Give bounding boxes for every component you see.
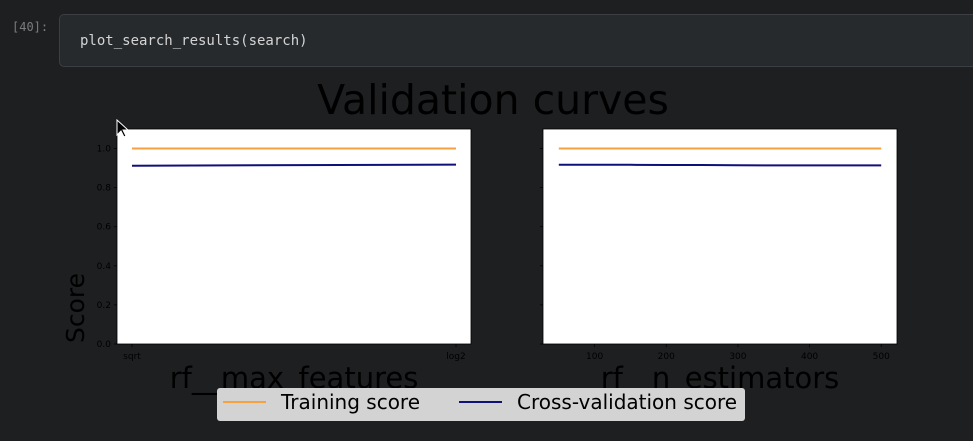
subplot-2-axes [542,128,898,345]
x-tick-label: 500 [873,352,890,362]
y-tick-label: 0.6 [97,223,112,233]
x-tick-label: sqrt [123,352,141,362]
code-text[interactable]: plot_search_results(search) [80,33,308,49]
legend: Training score Cross-validation score [217,388,745,421]
y-tick-label: 1.0 [97,145,112,155]
legend-label-cv: Cross-validation score [517,390,737,414]
y-axis-label: Score [61,273,90,343]
mouse-cursor-icon [116,119,130,138]
figure-title: Validation curves [317,76,669,124]
validation-curves-figure: Validation curves Score 0.0 0.2 0.4 0.6 0.8 1… [61,76,898,421]
code-cell[interactable]: plot_search_results(search) [59,14,973,67]
cell-output: Validation curves Score 0.0 0.2 0.4 0.6 0.8 1… [0,70,973,441]
subplot-1-cv-line [131,163,457,167]
subplot-2-cv-line [558,163,882,167]
y-tick-label: 0.0 [97,340,112,350]
x-tick-label: log2 [446,352,465,362]
y-tick-label: 0.4 [97,262,112,272]
y-tick-label: 0.2 [97,301,111,311]
cell-prompt: [40]: [12,20,49,34]
legend-label-training: Training score [280,390,420,414]
y-tick-label: 0.8 [97,184,112,194]
subplot-1-axes [116,128,472,345]
